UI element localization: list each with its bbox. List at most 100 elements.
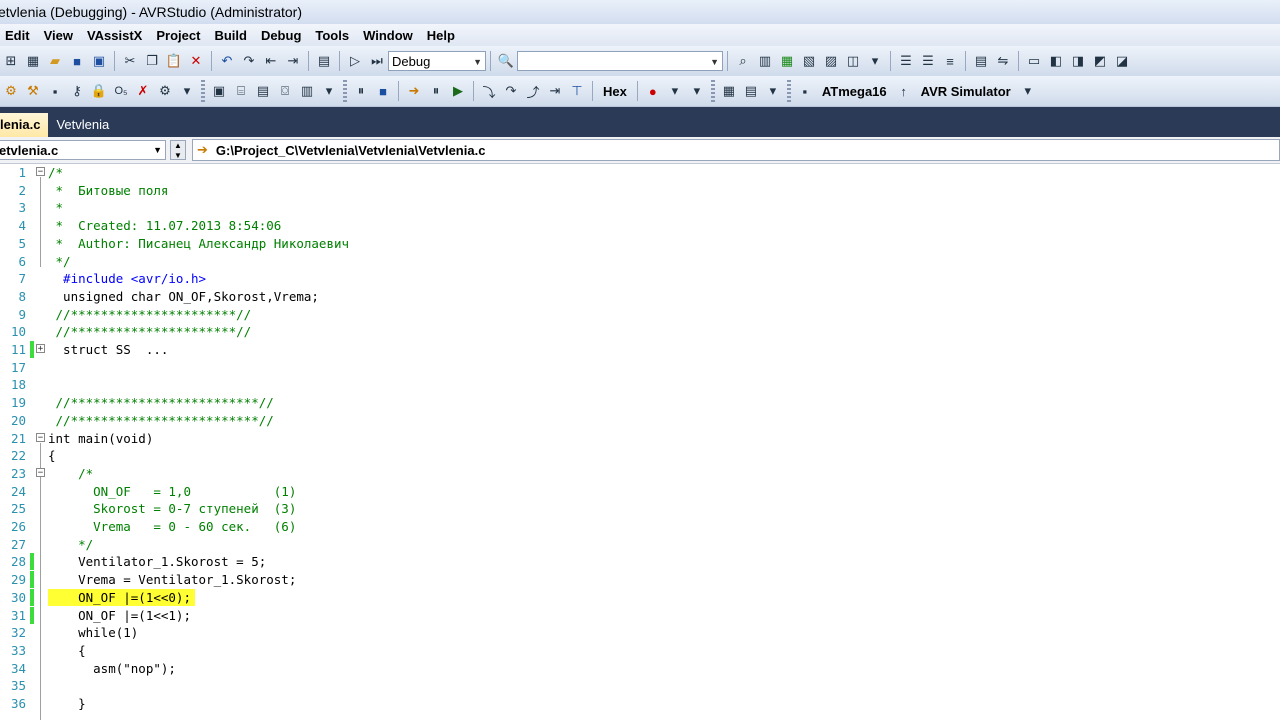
new-project-icon[interactable]: ▦	[24, 52, 42, 70]
code-editor[interactable]: 1 − /* 2 * Битовые поля 3 * 4 * Created:…	[0, 164, 1280, 720]
more-options-icon[interactable]: ▾	[178, 82, 196, 100]
tool-arrow-icon[interactable]: ↑	[895, 82, 913, 100]
toolbox-icon[interactable]: ▨	[822, 52, 840, 70]
settings-icon[interactable]: ⚙	[156, 82, 174, 100]
add-item-icon[interactable]: ⊞	[2, 52, 20, 70]
toolbar-grip[interactable]	[710, 80, 715, 102]
show-next-statement-icon[interactable]: ➜	[405, 82, 423, 100]
outdent-icon[interactable]: ☰	[919, 52, 937, 70]
io-view-icon[interactable]: ⌸	[232, 82, 250, 100]
menu-debug[interactable]: Debug	[256, 28, 310, 43]
solution-explorer-icon[interactable]: ▥	[756, 52, 774, 70]
more-options-icon[interactable]: ▾	[666, 82, 684, 100]
list-members-icon[interactable]: ▤	[972, 52, 990, 70]
clear-bookmarks-icon[interactable]: ◪	[1113, 52, 1131, 70]
menu-view[interactable]: View	[39, 28, 82, 43]
start-without-debugging-icon[interactable]: ⏭	[368, 52, 386, 70]
collapse-icon[interactable]: −	[36, 467, 45, 477]
open-folder-icon[interactable]: ▰	[46, 52, 64, 70]
save-icon[interactable]: ■	[68, 52, 86, 70]
start-debugging-icon[interactable]: ▷	[346, 52, 364, 70]
collapse-icon[interactable]: −	[36, 432, 45, 442]
key-icon[interactable]: ⚷	[68, 82, 86, 100]
tab-project[interactable]: Vetvlenia	[48, 113, 117, 137]
expand-icon[interactable]: +	[36, 344, 45, 354]
save-all-icon[interactable]: ▣	[90, 52, 108, 70]
menu-vassistx[interactable]: VAssistX	[82, 28, 151, 43]
watch-icon[interactable]: ⌼	[276, 82, 294, 100]
stop-debugging-icon[interactable]: ■	[374, 82, 392, 100]
bookmark-icon[interactable]: ▭	[1025, 52, 1043, 70]
tab-source-file[interactable]: lenia.c	[0, 113, 49, 137]
oscillator-icon[interactable]: O₅	[112, 82, 130, 100]
step-into-icon[interactable]: ⤵	[480, 82, 498, 100]
menu-window[interactable]: Window	[358, 28, 422, 43]
indent-icon[interactable]: ☰	[897, 52, 915, 70]
parameter-info-icon[interactable]: ⇋	[994, 52, 1012, 70]
menu-project[interactable]: Project	[151, 28, 209, 43]
line-number: 1	[18, 165, 26, 180]
toolbar-grip[interactable]	[343, 80, 347, 102]
properties-icon[interactable]: ▦	[778, 52, 796, 70]
hex-display-button[interactable]: Hex	[597, 84, 633, 99]
toolbar-grip[interactable]	[786, 80, 791, 102]
find-in-files-icon[interactable]: 🔍	[497, 52, 515, 70]
configuration-combo[interactable]: Debug ▼	[388, 51, 486, 71]
file-combo[interactable]: etvlenia.c ▼	[0, 140, 166, 160]
paste-icon[interactable]: 📋	[165, 52, 183, 70]
more-options-icon[interactable]: ▾	[1019, 82, 1037, 100]
more-options-icon[interactable]: ▾	[764, 82, 782, 100]
redo-icon[interactable]: ↷	[240, 52, 258, 70]
device-label[interactable]: ATmega16	[816, 84, 893, 99]
undo-icon[interactable]: ↶	[218, 52, 236, 70]
find-icon[interactable]: ⌕	[734, 52, 752, 70]
toolbar-grip[interactable]	[201, 80, 205, 102]
code-line: 19 //*************************//	[0, 394, 1280, 411]
processor-view-icon[interactable]: ▣	[210, 82, 228, 100]
line-number: 22	[10, 448, 26, 464]
device-icon[interactable]: ▪	[796, 82, 814, 100]
erase-icon[interactable]: ✗	[134, 82, 152, 100]
more-options-icon[interactable]: ▾	[688, 82, 706, 100]
menu-tools[interactable]: Tools	[310, 28, 358, 43]
navigate-forward-icon[interactable]: ⇥	[284, 52, 302, 70]
step-over-icon[interactable]: ↷	[502, 82, 520, 100]
lock-icon[interactable]: 🔒	[90, 82, 108, 100]
reset-icon[interactable]: ⊤	[568, 82, 586, 100]
navigate-back-icon[interactable]: ⇤	[262, 52, 280, 70]
menu-build[interactable]: Build	[209, 28, 256, 43]
menu-edit[interactable]: Edit	[0, 28, 39, 43]
menu-help[interactable]: Help	[422, 28, 464, 43]
tool-icon[interactable]: ⚒	[24, 82, 42, 100]
delete-icon[interactable]: ✕	[187, 52, 205, 70]
extension-manager-icon[interactable]: ◫	[844, 52, 862, 70]
locals-icon[interactable]: ▤	[742, 82, 760, 100]
comment-icon[interactable]: ≡	[941, 52, 959, 70]
copy-icon[interactable]: ❐	[143, 52, 161, 70]
file-path-box[interactable]: ➔ G:\Project_C\Vetvlenia\Vetvlenia\Vetvl…	[192, 139, 1280, 161]
pause-icon[interactable]: ⏸	[427, 82, 445, 100]
registers-icon[interactable]: ▥	[298, 82, 316, 100]
disassembly-icon[interactable]: ▦	[720, 82, 738, 100]
chip-icon[interactable]: ▪	[46, 82, 64, 100]
breakpoints-icon[interactable]: ●	[644, 82, 662, 100]
tool-label[interactable]: AVR Simulator	[915, 84, 1017, 99]
bookmark-folder-icon[interactable]: ◩	[1091, 52, 1109, 70]
build-icon[interactable]: ▤	[315, 52, 333, 70]
object-browser-icon[interactable]: ▧	[800, 52, 818, 70]
next-bookmark-icon[interactable]: ◨	[1069, 52, 1087, 70]
memory-icon[interactable]: ▤	[254, 82, 272, 100]
run-to-cursor-icon[interactable]: ⇥	[546, 82, 564, 100]
cut-icon[interactable]: ✂	[121, 52, 139, 70]
split-view-button[interactable]: ▲ ▼	[170, 140, 186, 160]
code-line: 29 Vrema = Ventilator_1.Skorost;	[0, 571, 1280, 589]
collapse-icon[interactable]: −	[36, 167, 45, 177]
more-options-icon[interactable]: ▾	[866, 52, 884, 70]
device-programming-icon[interactable]: ⚙	[2, 82, 20, 100]
prev-bookmark-icon[interactable]: ◧	[1047, 52, 1065, 70]
search-combo[interactable]: ▼	[517, 51, 723, 71]
continue-icon[interactable]: ▶	[449, 82, 467, 100]
step-out-icon[interactable]: ⤴	[524, 82, 542, 100]
break-all-icon[interactable]: ⏸	[352, 82, 370, 100]
more-options-icon[interactable]: ▾	[320, 82, 338, 100]
